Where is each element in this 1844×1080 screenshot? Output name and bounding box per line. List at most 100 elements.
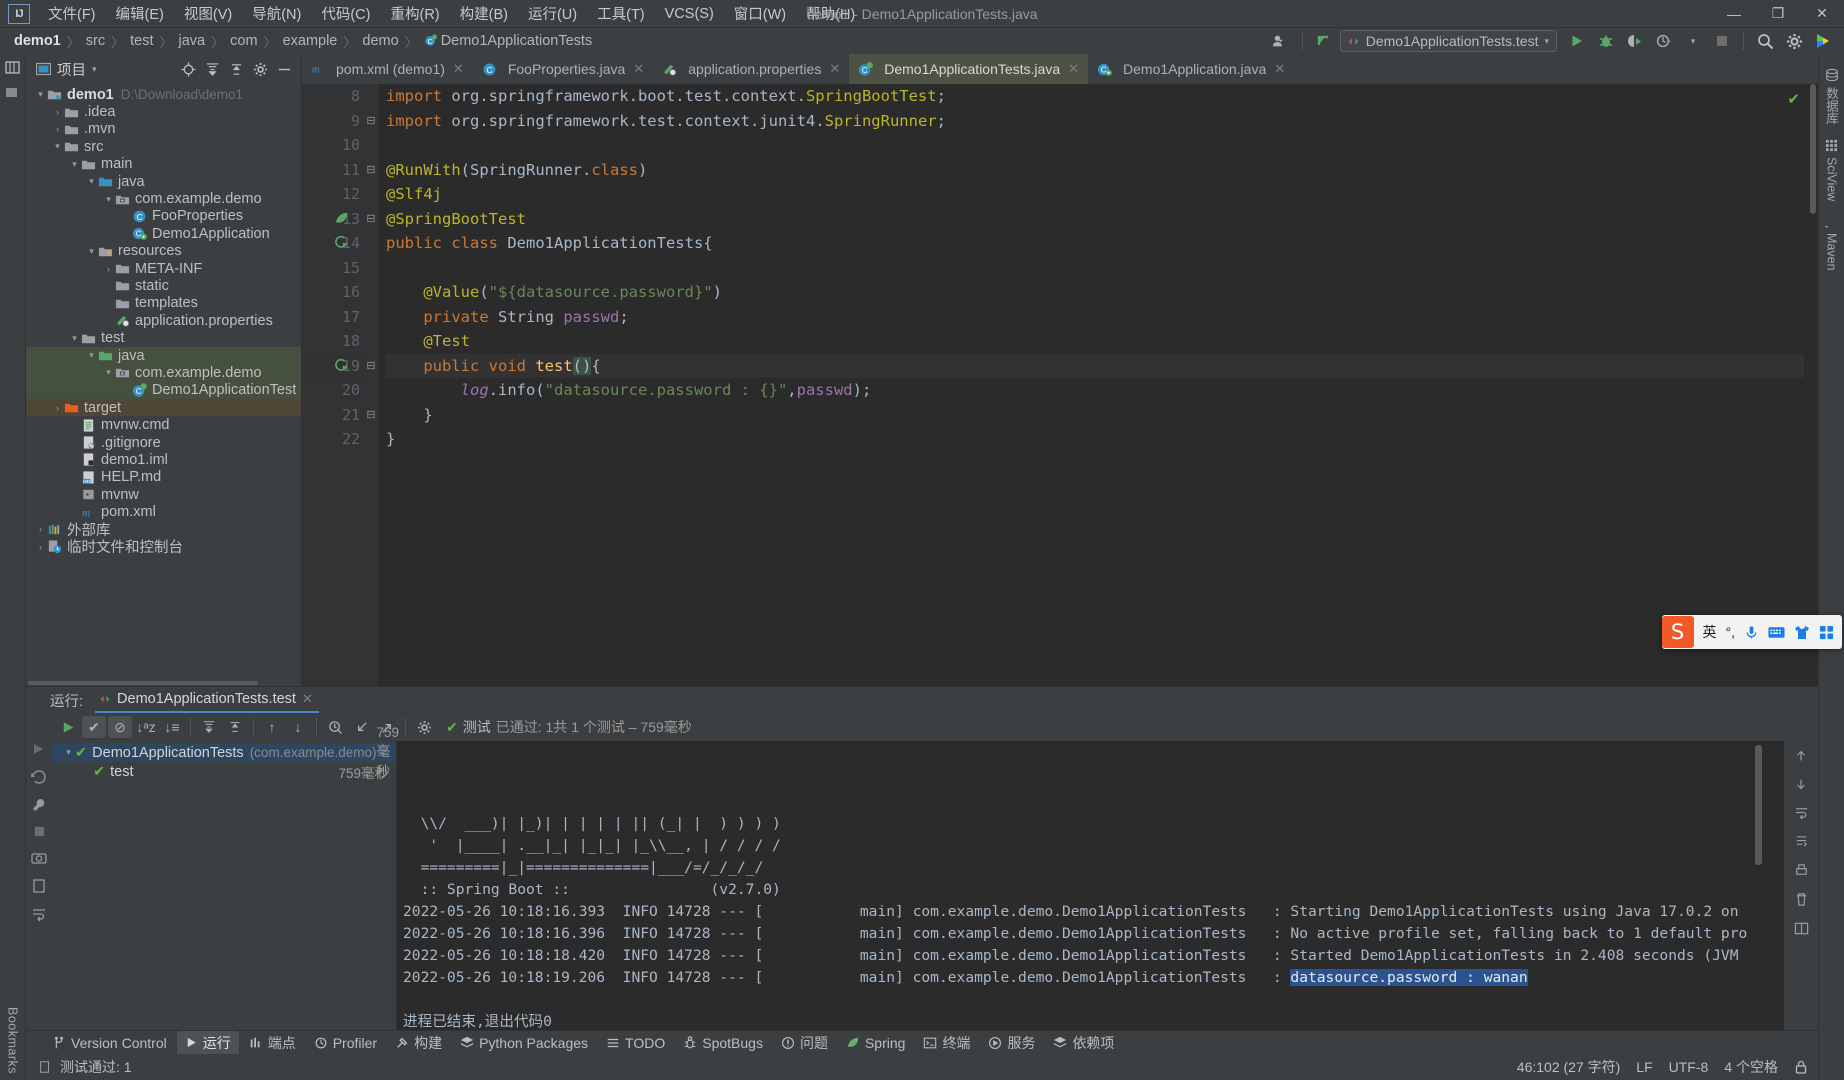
wrench-icon[interactable] xyxy=(31,797,47,813)
chevron-right-icon[interactable]: › xyxy=(102,264,115,274)
line-number[interactable]: 20 xyxy=(302,378,364,403)
project-horizontal-scrollbar[interactable] xyxy=(26,680,301,686)
line-number[interactable]: 17 xyxy=(302,305,364,330)
chevron-down-icon[interactable]: ▾ xyxy=(68,159,81,170)
tree-node[interactable]: mvnw.cmd xyxy=(26,416,301,433)
chevron-right-icon[interactable]: › xyxy=(34,524,47,534)
breadcrumb-example[interactable]: example xyxy=(279,32,342,50)
code-line[interactable]: } xyxy=(386,427,1804,452)
tree-node[interactable]: ▾ resources xyxy=(26,243,301,260)
toolwindow-button-9[interactable]: Spring xyxy=(838,1033,913,1053)
keyboard-icon[interactable] xyxy=(1768,625,1785,640)
sort-alphabetically-icon[interactable]: ↓ᵃz xyxy=(134,716,158,738)
prev-test-icon[interactable]: ↑ xyxy=(260,716,284,738)
run-button[interactable] xyxy=(1564,30,1590,52)
profile-button[interactable] xyxy=(1651,30,1677,52)
stop-button[interactable] xyxy=(1709,30,1735,52)
project-tool-icon[interactable] xyxy=(5,60,20,75)
breadcrumb-test[interactable]: test xyxy=(126,32,157,50)
line-number[interactable]: 18 xyxy=(302,329,364,354)
editor-fold-column[interactable]: ⊟ ⊟ ⊟ ⊟ ⊟ xyxy=(364,84,378,686)
soft-wrap-icon[interactable] xyxy=(31,906,47,922)
breadcrumb-com[interactable]: com xyxy=(226,32,261,50)
close-icon[interactable]: ✕ xyxy=(829,61,840,77)
run-with-coverage-button[interactable] xyxy=(1622,30,1648,52)
search-icon[interactable] xyxy=(1752,30,1778,52)
menu-file[interactable]: 文件(F) xyxy=(38,0,106,27)
code-line[interactable]: @Test xyxy=(386,329,1804,354)
tree-node[interactable]: › META-INF xyxy=(26,260,301,277)
toolwindow-button-1[interactable]: 运行 xyxy=(176,1030,239,1055)
toolwindow-button-2[interactable]: 端点 xyxy=(241,1031,304,1055)
chevron-down-icon[interactable]: ▾ xyxy=(34,89,47,100)
structure-tool-icon[interactable] xyxy=(5,85,20,100)
code-line[interactable]: private String passwd; xyxy=(386,305,1804,330)
console-output[interactable]: \\/ ___)| |_)| | | | | || (_| | ) ) ) ) … xyxy=(397,741,1784,1030)
chevron-down-icon[interactable]: ▾ xyxy=(1680,30,1706,52)
file-encoding[interactable]: UTF-8 xyxy=(1669,1059,1709,1075)
breadcrumb-demo[interactable]: demo xyxy=(358,32,402,50)
tree-node[interactable]: ▾ src xyxy=(26,138,301,155)
menu-tools[interactable]: 工具(T) xyxy=(587,0,655,27)
code-line[interactable]: log.info("datasource.password : {}",pass… xyxy=(386,378,1804,403)
toolwindow-button-5[interactable]: Python Packages xyxy=(452,1033,596,1053)
collapse-all-icon[interactable] xyxy=(223,716,247,738)
menu-window[interactable]: 窗口(W) xyxy=(724,0,796,27)
gear-icon[interactable] xyxy=(412,716,436,738)
test-tree-row[interactable]: ▾ ✔ Demo1ApplicationTests (com.example.demo… xyxy=(52,725,399,779)
breadcrumb-java[interactable]: java xyxy=(175,32,210,50)
code-editor[interactable]: 8 9 10 11 12 13 14 15 16 17 18 19 20 21 22 ⊟ ⊟ ⊟ ⊟ ⊟ impor… xyxy=(302,84,1818,686)
stop-icon[interactable] xyxy=(33,825,46,838)
toolwindow-button-3[interactable]: Profiler xyxy=(306,1033,385,1053)
tree-node[interactable]: › .mvn xyxy=(26,121,301,138)
fold-toggle-icon[interactable]: ⊟ xyxy=(364,158,378,183)
sidebar-item-maven[interactable]: m Maven xyxy=(1823,209,1841,277)
close-icon[interactable]: ✕ xyxy=(1068,61,1079,77)
maximize-button[interactable]: ❐ xyxy=(1756,0,1800,28)
toolwindow-button-0[interactable]: Version Control xyxy=(44,1033,175,1053)
pin-icon[interactable] xyxy=(31,878,47,894)
tree-node[interactable]: ▾ test xyxy=(26,329,301,346)
collapse-all-icon[interactable] xyxy=(225,58,247,80)
print-icon[interactable] xyxy=(1794,863,1809,878)
line-number[interactable]: 12 xyxy=(302,182,364,207)
scroll-to-end-icon[interactable] xyxy=(1794,834,1809,849)
expand-all-icon[interactable] xyxy=(197,716,221,738)
chevron-right-icon[interactable]: › xyxy=(34,542,47,552)
line-number[interactable]: 15 xyxy=(302,256,364,281)
show-passed-icon[interactable]: ✔ xyxy=(82,716,106,738)
toolwindow-button-12[interactable]: 依赖项 xyxy=(1045,1031,1122,1055)
menu-code[interactable]: 代码(C) xyxy=(311,0,380,27)
tree-node[interactable]: C Demo1Application xyxy=(26,225,301,242)
editor-tab[interactable]: application.properties ✕ xyxy=(653,54,849,84)
caret-position[interactable]: 46:102 (27 字符) xyxy=(1517,1057,1621,1077)
ime-mode-label[interactable]: 英 xyxy=(1703,622,1717,642)
line-number[interactable]: 8 xyxy=(302,84,364,109)
project-tree[interactable]: ▾ demo1 D:\Download\demo1 › .idea › .mvn ▾ src ▾ m… xyxy=(26,84,301,680)
chevron-right-icon[interactable]: › xyxy=(51,124,64,134)
code-line[interactable]: public void test(){ xyxy=(386,353,1804,378)
minimize-button[interactable]: — xyxy=(1712,0,1756,28)
import-tests-icon[interactable] xyxy=(349,716,373,738)
rerun-tests-icon[interactable] xyxy=(56,716,80,738)
sidebar-item-sciview[interactable]: SciView xyxy=(1823,133,1841,207)
sogou-logo-icon[interactable]: S xyxy=(1661,616,1694,648)
tree-node[interactable]: MD HELP.md xyxy=(26,469,301,486)
toolwindow-button-10[interactable]: 终端 xyxy=(915,1031,978,1055)
toolwindow-button-4[interactable]: 构建 xyxy=(387,1031,450,1055)
chevron-down-icon[interactable]: ▾ xyxy=(85,176,98,187)
sidebar-item-database[interactable]: 数据库 xyxy=(1820,62,1843,131)
tree-node[interactable]: ▾ demo1 D:\Download\demo1 xyxy=(26,86,301,103)
editor-gutter[interactable]: 8 9 10 11 12 13 14 15 16 17 18 19 20 21 22 xyxy=(302,84,364,686)
toolwindow-button-8[interactable]: 问题 xyxy=(773,1031,836,1055)
close-button[interactable]: ✕ xyxy=(1800,0,1844,28)
line-number[interactable]: 13 xyxy=(302,207,364,232)
spring-bean-icon[interactable] xyxy=(334,211,350,227)
chevron-right-icon[interactable]: › xyxy=(51,403,64,413)
fold-toggle-icon[interactable]: ⊟ xyxy=(364,354,378,379)
user-account-icon[interactable] xyxy=(1268,30,1294,52)
expand-all-icon[interactable] xyxy=(201,58,223,80)
soft-wrap-icon[interactable] xyxy=(1794,805,1809,820)
tree-node[interactable]: › .idea xyxy=(26,103,301,120)
tree-node[interactable]: ▾ com.example.demo xyxy=(26,190,301,207)
